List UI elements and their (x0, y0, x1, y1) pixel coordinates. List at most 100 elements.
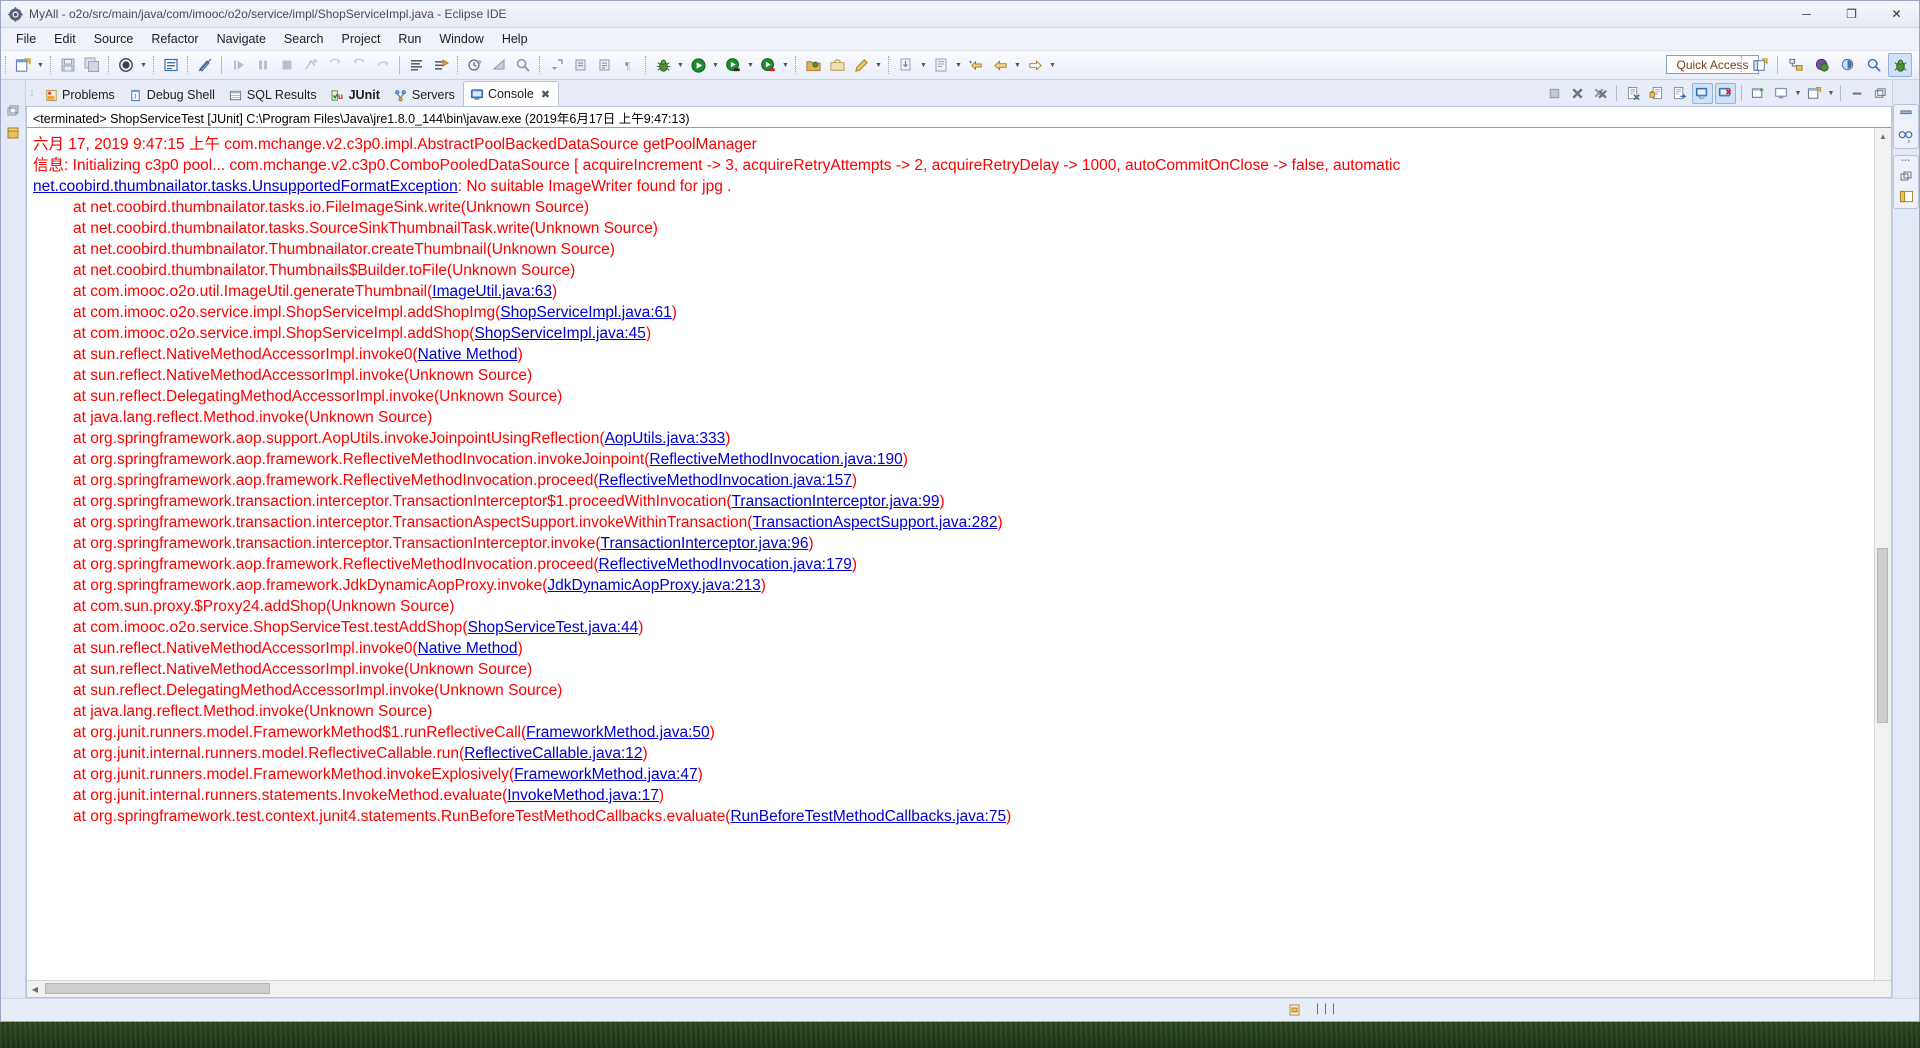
coverage-dropdown-icon[interactable]: ▼ (745, 54, 756, 76)
next-annotation-icon[interactable] (546, 54, 568, 76)
open-type-icon[interactable] (160, 54, 182, 76)
close-button[interactable]: ✕ (1874, 1, 1919, 27)
last-edit-location-icon[interactable] (594, 54, 616, 76)
show-console-on-output-icon[interactable] (1692, 82, 1713, 104)
pencil-icon[interactable] (850, 54, 872, 76)
minimize-button[interactable]: ─ (1784, 1, 1829, 27)
save-icon[interactable] (57, 54, 79, 76)
stack-trace-link[interactable]: Native Method (418, 640, 518, 657)
display-selected-console-icon[interactable] (1771, 83, 1792, 104)
search-icon[interactable] (512, 54, 534, 76)
open-console-dropdown-icon[interactable]: ▼ (1826, 83, 1836, 104)
menu-project[interactable]: Project (333, 30, 390, 48)
console-output[interactable]: 六月 17, 2019 9:47:15 上午 com.mchange.v2.c3… (27, 128, 1874, 980)
open-perspective-history-icon[interactable] (464, 54, 486, 76)
back-dropdown-icon[interactable]: ▼ (1012, 54, 1023, 76)
step-return-icon[interactable] (372, 54, 394, 76)
stack-trace-link[interactable]: InvokeMethod.java:17 (507, 787, 659, 804)
stack-trace-link[interactable]: ReflectiveMethodInvocation.java:179 (599, 556, 852, 573)
new-annotation-icon[interactable] (826, 54, 848, 76)
pilcrow-icon[interactable]: ¶ (618, 54, 640, 76)
pencil-dropdown-icon[interactable]: ▼ (873, 54, 884, 76)
run-icon[interactable] (687, 54, 709, 76)
scroll-lock-icon[interactable] (1646, 83, 1667, 104)
new-wizard-icon[interactable] (12, 54, 34, 76)
download-icon[interactable] (895, 54, 917, 76)
restore-view-icon[interactable] (1897, 167, 1915, 185)
perspective-java-ee-icon[interactable] (1810, 53, 1834, 77)
download-dropdown-icon[interactable]: ▼ (918, 54, 929, 76)
new-wizard-dropdown-icon[interactable]: ▼ (35, 54, 46, 76)
back-icon[interactable] (989, 54, 1011, 76)
menu-run[interactable]: Run (389, 30, 430, 48)
menu-window[interactable]: Window (430, 30, 492, 48)
open-console-icon[interactable] (1804, 83, 1825, 104)
step-over-icon[interactable] (348, 54, 370, 76)
restore-view-icon[interactable] (4, 102, 22, 120)
snippet-icon[interactable] (930, 54, 952, 76)
terminate-console-icon[interactable] (1544, 83, 1565, 104)
stack-trace-link[interactable]: TransactionAspectSupport.java:282 (752, 514, 997, 531)
menu-source[interactable]: Source (85, 30, 143, 48)
remove-all-terminated-icon[interactable] (1590, 83, 1611, 104)
stack-trace-link[interactable]: ReflectiveCallable.java:12 (464, 745, 642, 762)
tab-overflow-handle[interactable]: ⁞ (26, 80, 38, 106)
back-star-icon[interactable] (965, 54, 987, 76)
console-horizontal-scrollbar[interactable]: ◀ (27, 980, 1891, 997)
stack-trace-link[interactable]: ShopServiceImpl.java:61 (500, 304, 671, 321)
package-explorer-icon[interactable] (4, 124, 22, 142)
outline-view-icon[interactable] (1897, 188, 1915, 206)
maximize-view-icon[interactable] (1870, 83, 1891, 104)
stack-trace-link[interactable]: FrameworkMethod.java:47 (514, 766, 698, 783)
coverage2-dropdown-icon[interactable]: ▼ (780, 54, 791, 76)
tab-debug-shell[interactable]: J Debug Shell (123, 84, 223, 106)
build-all-icon[interactable] (488, 54, 510, 76)
stack-trace-link[interactable]: ReflectiveMethodInvocation.java:190 (649, 451, 902, 468)
save-all-icon[interactable] (81, 54, 103, 76)
snippet-dropdown-icon[interactable]: ▼ (953, 54, 964, 76)
scroll-up-arrow-icon[interactable]: ▲ (1875, 128, 1891, 144)
open-perspective-icon[interactable] (1748, 53, 1772, 77)
coverage2-icon[interactable] (757, 54, 779, 76)
stack-trace-link[interactable]: RunBeforeTestMethodCallbacks.java:75 (730, 808, 1006, 825)
stack-trace-link[interactable]: AopUtils.java:333 (605, 430, 726, 447)
debug-dropdown-icon[interactable]: ▼ (675, 54, 686, 76)
close-icon[interactable]: ✖ (541, 88, 550, 101)
forward-dropdown-icon[interactable]: ▼ (1047, 54, 1058, 76)
maximize-button[interactable]: ❐ (1829, 1, 1874, 27)
menu-search[interactable]: Search (275, 30, 333, 48)
debug-icon[interactable] (652, 54, 674, 76)
stack-trace-link[interactable]: ShopServiceImpl.java:45 (474, 325, 645, 342)
variables-view-icon[interactable] (1897, 107, 1915, 125)
menu-file[interactable]: File (7, 30, 45, 48)
new-package-icon[interactable] (802, 54, 824, 76)
perspective-debug-icon[interactable] (1888, 53, 1912, 77)
show-console-on-error-icon[interactable] (1715, 82, 1736, 104)
run-dropdown-icon[interactable]: ▼ (710, 54, 721, 76)
tab-junit[interactable]: u JUnit (325, 84, 388, 106)
stack-trace-link[interactable]: net.coobird.thumbnailator.tasks.Unsuppor… (33, 178, 458, 195)
menu-refactor[interactable]: Refactor (142, 30, 207, 48)
new-java-class-dropdown-icon[interactable]: ▼ (138, 54, 149, 76)
menu-navigate[interactable]: Navigate (208, 30, 275, 48)
new-java-class-icon[interactable] (115, 54, 137, 76)
menu-help[interactable]: Help (493, 30, 537, 48)
expressions-view-icon[interactable]: x (1897, 128, 1915, 146)
tab-servers[interactable]: Servers (388, 84, 463, 106)
forward-icon[interactable] (1024, 54, 1046, 76)
display-selected-console-dropdown-icon[interactable]: ▼ (1793, 83, 1803, 104)
coverage-icon[interactable] (722, 54, 744, 76)
stack-trace-link[interactable]: TransactionInterceptor.java:99 (732, 493, 940, 510)
tab-problems[interactable]: Problems (38, 84, 123, 106)
perspective-java-browsing-icon[interactable]: x (1862, 53, 1886, 77)
stack-trace-link[interactable]: TransactionInterceptor.java:96 (601, 535, 809, 552)
perspective-team-sync-icon[interactable] (1784, 53, 1808, 77)
tab-sql-results[interactable]: SQL Results (223, 84, 325, 106)
scroll-thumb[interactable] (1877, 548, 1888, 723)
perspective-java-icon[interactable] (1836, 53, 1860, 77)
toggle-step-filters-icon[interactable] (430, 54, 452, 76)
resume-icon[interactable] (228, 54, 250, 76)
scroll-left-arrow-icon[interactable]: ◀ (27, 981, 43, 997)
clear-console-icon[interactable] (1623, 83, 1644, 104)
step-into-icon[interactable] (324, 54, 346, 76)
